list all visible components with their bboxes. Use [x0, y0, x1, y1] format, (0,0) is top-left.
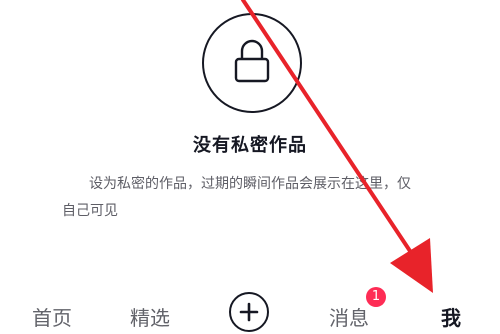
bottom-tab-bar: 首页 精选 消息 1 我 — [0, 280, 500, 334]
plus-icon — [239, 302, 259, 322]
tab-me[interactable]: 我 — [441, 302, 461, 331]
tab-messages[interactable]: 消息 — [329, 302, 369, 331]
empty-state-title: 没有私密作品 — [193, 135, 307, 156]
empty-state-description: 设为私密的作品，过期的瞬间作品会展示在这里，仅 自己可见 — [62, 171, 438, 225]
tab-home[interactable]: 首页 — [32, 302, 72, 331]
description-line-2: 自己可见 — [62, 203, 118, 219]
message-badge: 1 — [366, 287, 386, 307]
lock-icon-circle — [202, 13, 302, 113]
description-line-1: 设为私密的作品，过期的瞬间作品会展示在这里，仅 — [89, 176, 411, 192]
create-button[interactable] — [229, 292, 269, 332]
tab-featured[interactable]: 精选 — [130, 302, 170, 331]
lock-icon — [234, 39, 270, 83]
